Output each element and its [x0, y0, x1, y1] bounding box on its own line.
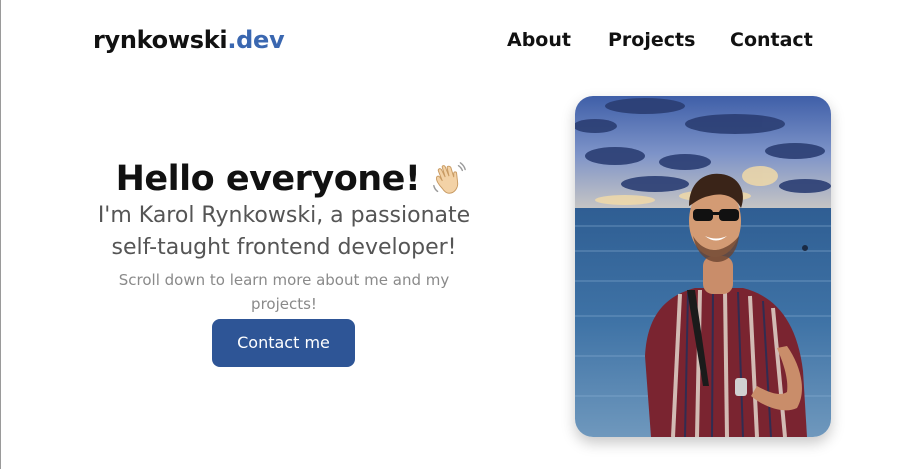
hero-subtitle-line1: I'm Karol Rynkowski, a passionate [97, 203, 471, 228]
hero-section: Hello everyone! I'm Karol Rynkowski, a p… [70, 156, 498, 316]
hero-note: Scroll down to learn more about me and m… [118, 271, 450, 313]
logo-accent: .dev [227, 26, 285, 54]
nav-link-about[interactable]: About [507, 29, 571, 51]
site-logo[interactable]: rynkowski.dev [93, 26, 285, 54]
hero-subtitle-line2: self-taught frontend developer! [111, 235, 457, 260]
window-edge [0, 0, 1, 469]
hero-heading: Hello everyone! [116, 156, 469, 202]
profile-photo [575, 96, 831, 437]
waving-hand-icon [433, 162, 467, 194]
contact-me-button[interactable]: Contact me [212, 319, 355, 367]
nav-link-contact[interactable]: Contact [730, 29, 813, 51]
nav-link-projects[interactable]: Projects [608, 29, 695, 51]
hero-subtitle: I'm Karol Rynkowski, a passionate self-t… [70, 200, 498, 264]
logo-main: rynkowski [93, 26, 228, 54]
hero-title: Hello everyone! [115, 159, 421, 199]
